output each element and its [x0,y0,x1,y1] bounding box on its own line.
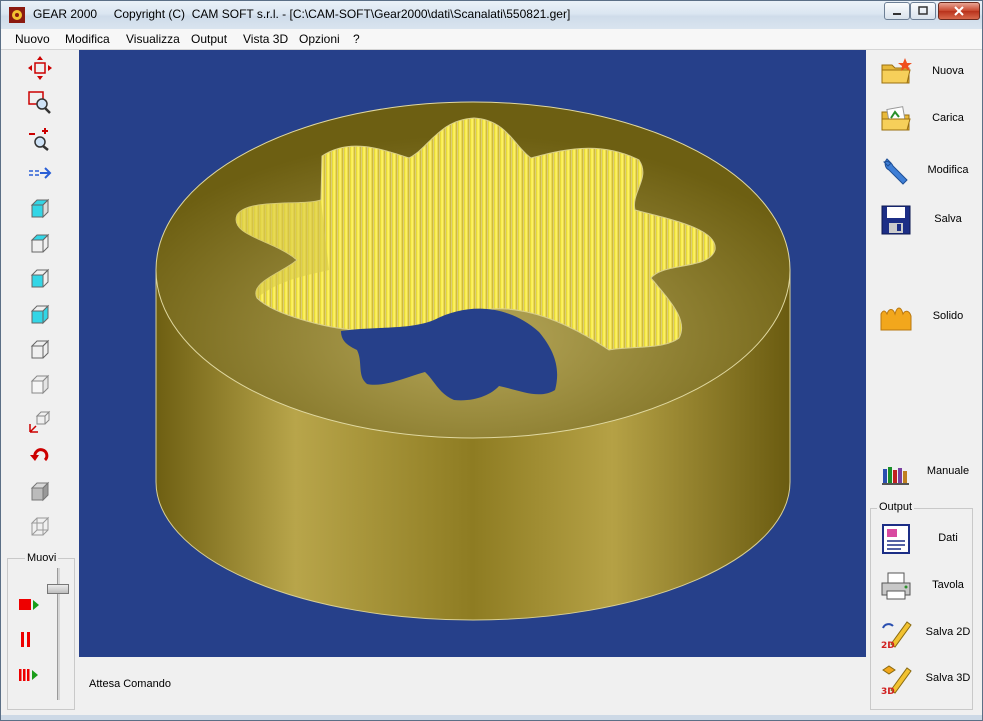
view-iso-button[interactable] [23,194,57,224]
title-bar[interactable]: GEAR 2000 Copyright (C) CAM SOFT s.r.l. … [1,1,982,29]
3d-viewport[interactable] [79,50,866,657]
minimize-icon [893,13,901,15]
floppy-disk-icon [881,205,911,235]
zoom-all-button[interactable] [23,158,57,188]
app-window: GEAR 2000 Copyright (C) CAM SOFT s.r.l. … [0,0,983,721]
svg-text:2D: 2D [881,641,895,650]
carica-button[interactable]: Carica [877,100,977,138]
cube-side-face-icon [30,304,50,325]
menu-visualizza[interactable]: Visualizza [126,32,180,46]
cube-front-face-icon [30,268,50,288]
step-play-button[interactable] [13,660,47,690]
left-toolbar: Muovi [1,50,79,715]
status-text: Attesa Comando [89,678,171,690]
output-group-label: Output [877,501,915,513]
books-icon [882,467,909,485]
zoom-window-icon [28,91,51,114]
restore-icon [918,6,928,15]
motion-group-label: Muovi [25,552,59,564]
window-bottom-border [1,715,982,720]
pan-button[interactable] [23,53,57,83]
cube-shaded-icon [30,481,50,502]
svg-text:3D: 3D [881,687,895,696]
dati-button[interactable]: Dati [877,520,977,558]
pan-icon [28,56,52,80]
step-play-icon [19,669,38,681]
rotate-icon [30,448,49,462]
menu-vista-3d[interactable]: Vista 3D [243,32,288,46]
right-panel: Nuova Carica Modifica Salva Solido Manua… [867,50,982,715]
manuale-label: Manuale [926,465,970,477]
wrench-icon [883,158,908,185]
view-back-button[interactable] [23,370,57,400]
salva-2d-button[interactable]: 2D Salva 2D [877,614,977,652]
pencil-3d-icon: 3D [881,665,912,696]
gear-solid-render [155,101,791,621]
arrow-right-icon [29,167,52,179]
menu-output[interactable]: Output [191,32,227,46]
menu-nuovo[interactable]: Nuovo [15,32,50,46]
cube-wireframe-icon [30,516,50,536]
salva-3d-button[interactable]: 3D Salva 3D [877,660,977,698]
menu-modifica[interactable]: Modifica [65,32,110,46]
salva-button[interactable]: Salva [877,201,977,239]
zoom-in-out-icon [29,128,49,151]
close-icon [954,6,964,16]
carica-label: Carica [932,112,964,124]
cube-top-icon [30,198,50,219]
pause-icon [21,632,30,647]
new-folder-icon [881,58,912,84]
modifica-label: Modifica [927,164,969,176]
cube-axes-icon [29,410,51,433]
zoom-in-out-button[interactable] [23,123,57,153]
open-folder-icon [881,106,911,131]
speed-slider-thumb[interactable] [47,584,69,594]
play-button[interactable] [13,590,47,620]
printer-icon [881,572,911,600]
app-gear-icon [9,7,25,23]
solido-button[interactable]: Solido [877,298,977,336]
stop-play-icon [19,599,39,610]
nuova-label: Nuova [932,65,964,77]
view-axes-button[interactable] [23,406,57,436]
cube-outline-icon [30,374,50,395]
cube-wire-icon [30,339,50,359]
salva-3d-label: Salva 3D [925,672,971,684]
view-bottom-button[interactable] [23,335,57,365]
menu-opzioni[interactable]: Opzioni [299,32,340,46]
salva-label: Salva [934,213,962,225]
tavola-label: Tavola [932,579,964,591]
cube-top-face-icon [30,233,50,253]
modifica-button[interactable]: Modifica [877,152,977,190]
menu-bar: Nuovo Modifica Visualizza Output Vista 3… [1,29,982,50]
dati-label: Dati [938,532,958,544]
view-side-button[interactable] [23,300,57,330]
solido-label: Solido [932,310,964,322]
tavola-button[interactable]: Tavola [877,567,977,605]
manuale-button[interactable]: Manuale [877,453,977,491]
view-top-button[interactable] [23,229,57,259]
shaded-button[interactable] [23,477,57,507]
pencil-2d-icon: 2D [881,621,912,650]
pause-button[interactable] [9,625,43,655]
speed-slider[interactable] [47,568,69,700]
view-front-button[interactable] [23,264,57,294]
gear-profile-icon [880,307,912,331]
close-button[interactable] [938,2,980,20]
zoom-window-button[interactable] [23,88,57,118]
minimize-button[interactable] [884,2,910,20]
data-document-icon [882,524,910,554]
salva-2d-label: Salva 2D [925,626,971,638]
menu-help[interactable]: ? [353,32,360,46]
restore-button[interactable] [910,2,936,20]
rotate-button[interactable] [23,441,57,471]
window-title: GEAR 2000 Copyright (C) CAM SOFT s.r.l. … [33,7,571,21]
nuova-button[interactable]: Nuova [877,53,977,91]
wireframe-button[interactable] [23,512,57,542]
